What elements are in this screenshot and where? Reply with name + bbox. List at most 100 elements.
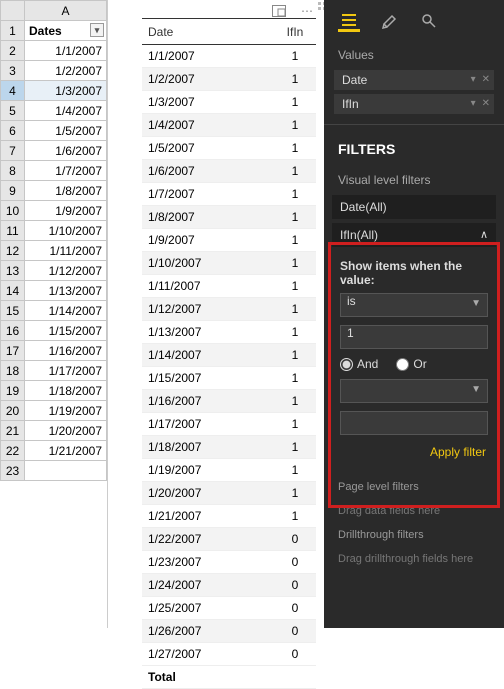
excel-row[interactable]: 111/10/2007 — [1, 221, 107, 241]
table-row[interactable]: 1/15/20071 — [142, 367, 316, 390]
table-row[interactable]: 1/11/20071 — [142, 275, 316, 298]
condition2-operator-select[interactable]: ▼ — [340, 379, 488, 403]
excel-row[interactable]: 191/18/2007 — [1, 381, 107, 401]
table-row[interactable]: 1/24/20070 — [142, 574, 316, 597]
excel-row[interactable]: 101/9/2007 — [1, 201, 107, 221]
date-cell[interactable]: 1/4/2007 — [25, 101, 107, 121]
apply-filter-link[interactable]: Apply filter — [340, 443, 488, 459]
row-header[interactable]: 17 — [1, 341, 25, 361]
drag-data-placeholder[interactable]: Drag data fields here — [324, 499, 504, 523]
row-header[interactable]: 10 — [1, 201, 25, 221]
condition2-value-input[interactable] — [340, 411, 488, 435]
date-cell[interactable]: 1/16/2007 — [25, 341, 107, 361]
remove-field-icon[interactable]: ✕ — [482, 94, 490, 114]
excel-row[interactable]: 151/14/2007 — [1, 301, 107, 321]
or-radio[interactable]: Or — [396, 357, 426, 371]
date-cell[interactable]: 1/9/2007 — [25, 201, 107, 221]
excel-row[interactable]: 221/21/2007 — [1, 441, 107, 461]
excel-row[interactable]: 1Dates▾ — [1, 21, 107, 41]
date-cell[interactable]: 1/8/2007 — [25, 181, 107, 201]
excel-row[interactable]: 71/6/2007 — [1, 141, 107, 161]
table-row[interactable]: 1/7/20071 — [142, 183, 316, 206]
row-header[interactable]: 2 — [1, 41, 25, 61]
table-row[interactable]: 1/14/20071 — [142, 344, 316, 367]
table-row[interactable]: 1/1/20071 — [142, 45, 316, 68]
date-cell[interactable]: 1/10/2007 — [25, 221, 107, 241]
row-header[interactable]: 20 — [1, 401, 25, 421]
row-header[interactable]: 16 — [1, 321, 25, 341]
table-row[interactable]: 1/10/20071 — [142, 252, 316, 275]
table-row[interactable]: 1/4/20071 — [142, 114, 316, 137]
excel-row[interactable]: 41/3/2007 — [1, 81, 107, 101]
table-row[interactable]: 1/20/20071 — [142, 482, 316, 505]
date-cell[interactable]: 1/14/2007 — [25, 301, 107, 321]
excel-row[interactable]: 181/17/2007 — [1, 361, 107, 381]
col-header-ifin[interactable]: IfIn — [274, 19, 316, 45]
table-row[interactable]: 1/21/20071 — [142, 505, 316, 528]
format-tab-icon[interactable] — [378, 10, 400, 32]
excel-row[interactable]: 23 — [1, 461, 107, 481]
date-cell[interactable]: 1/18/2007 — [25, 381, 107, 401]
excel-row[interactable]: 61/5/2007 — [1, 121, 107, 141]
table-row[interactable]: 1/16/20071 — [142, 390, 316, 413]
focus-mode-icon[interactable] — [270, 4, 288, 18]
row-header[interactable]: 21 — [1, 421, 25, 441]
row-header[interactable]: 8 — [1, 161, 25, 181]
field-well[interactable]: IfIn▾✕ — [334, 94, 494, 114]
table-row[interactable]: 1/22/20070 — [142, 528, 316, 551]
date-cell[interactable]: 1/20/2007 — [25, 421, 107, 441]
more-options-icon[interactable]: ⋯ — [298, 4, 316, 18]
remove-field-icon[interactable]: ✕ — [482, 70, 490, 90]
date-cell[interactable]: 1/12/2007 — [25, 261, 107, 281]
table-row[interactable]: 1/23/20070 — [142, 551, 316, 574]
table-row[interactable]: 1/13/20071 — [142, 321, 316, 344]
chevron-down-icon[interactable]: ▾ — [471, 94, 476, 114]
row-header[interactable]: 9 — [1, 181, 25, 201]
excel-row[interactable]: 121/11/2007 — [1, 241, 107, 261]
date-cell[interactable]: 1/21/2007 — [25, 441, 107, 461]
row-header[interactable]: 14 — [1, 281, 25, 301]
row-header[interactable]: 7 — [1, 141, 25, 161]
column-header-A[interactable]: A — [25, 1, 107, 21]
excel-row[interactable]: 131/12/2007 — [1, 261, 107, 281]
drag-drillthrough-placeholder[interactable]: Drag drillthrough fields here — [324, 547, 504, 571]
table-row[interactable]: 1/26/20070 — [142, 620, 316, 643]
filter-dropdown-icon[interactable]: ▾ — [90, 23, 104, 37]
date-cell[interactable]: 1/11/2007 — [25, 241, 107, 261]
and-radio[interactable]: And — [340, 357, 378, 371]
table-row[interactable]: 1/12/20071 — [142, 298, 316, 321]
filter-card-ifin[interactable]: IfIn(All) ∧ — [332, 223, 496, 247]
filter-card-date[interactable]: Date(All) — [332, 195, 496, 219]
condition-value-input[interactable]: 1 — [340, 325, 488, 349]
excel-row[interactable]: 91/8/2007 — [1, 181, 107, 201]
row-header[interactable]: 23 — [1, 461, 25, 481]
date-cell[interactable]: 1/19/2007 — [25, 401, 107, 421]
row-header[interactable]: 1 — [1, 21, 25, 41]
excel-row[interactable]: 51/4/2007 — [1, 101, 107, 121]
table-row[interactable]: 1/5/20071 — [142, 137, 316, 160]
row-header[interactable]: 15 — [1, 301, 25, 321]
excel-row[interactable]: 171/16/2007 — [1, 341, 107, 361]
table-row[interactable]: 1/27/20070 — [142, 643, 316, 666]
table-row[interactable]: 1/19/20071 — [142, 459, 316, 482]
table-row[interactable]: 1/17/20071 — [142, 413, 316, 436]
excel-row[interactable]: 211/20/2007 — [1, 421, 107, 441]
date-cell[interactable]: 1/7/2007 — [25, 161, 107, 181]
date-cell[interactable]: 1/15/2007 — [25, 321, 107, 341]
table-row[interactable]: 1/18/20071 — [142, 436, 316, 459]
date-cell[interactable] — [25, 461, 107, 481]
date-cell[interactable]: 1/3/2007 — [25, 81, 107, 101]
excel-row[interactable]: 81/7/2007 — [1, 161, 107, 181]
row-header[interactable]: 6 — [1, 121, 25, 141]
date-cell[interactable]: 1/13/2007 — [25, 281, 107, 301]
table-row[interactable]: 1/3/20071 — [142, 91, 316, 114]
table-row[interactable]: 1/2/20071 — [142, 68, 316, 91]
table-row[interactable]: 1/25/20070 — [142, 597, 316, 620]
table-visual[interactable]: ⋯ Date IfIn 1/1/200711/2/200711/3/200711… — [108, 0, 324, 628]
excel-row[interactable]: 31/2/2007 — [1, 61, 107, 81]
analytics-tab-icon[interactable] — [418, 10, 440, 32]
row-header[interactable]: 4 — [1, 81, 25, 101]
row-header[interactable]: 5 — [1, 101, 25, 121]
excel-row[interactable]: 21/1/2007 — [1, 41, 107, 61]
col-header-date[interactable]: Date — [142, 19, 274, 45]
